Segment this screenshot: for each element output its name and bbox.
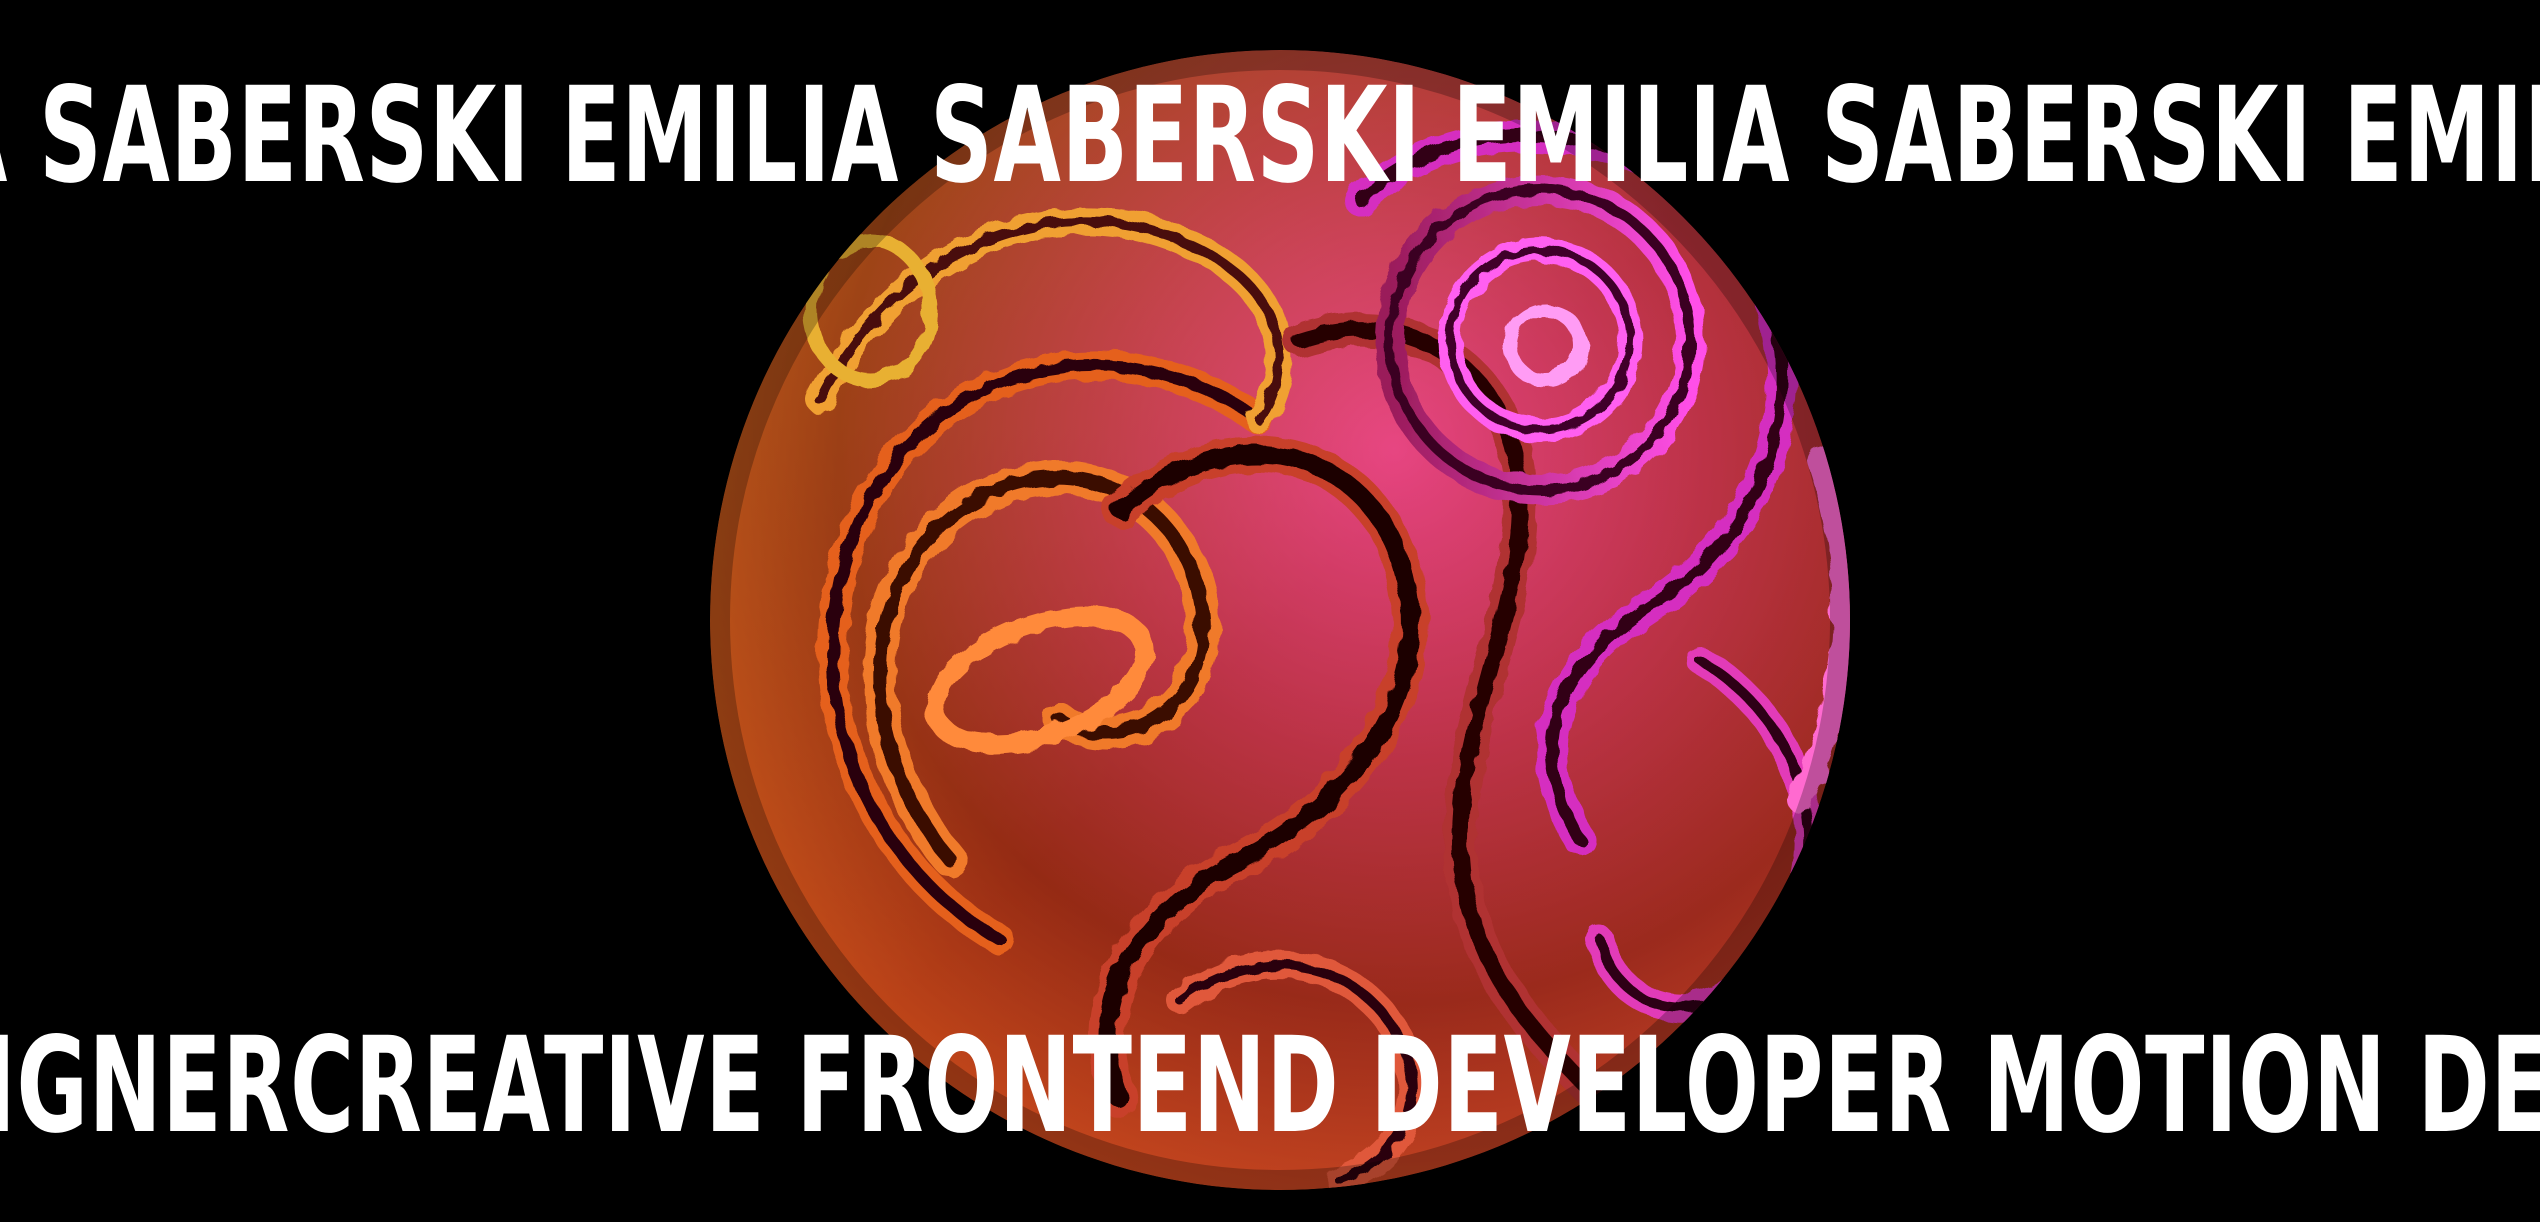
name-marquee-text: A SABERSKI EMILIA SABERSKI EMILIA SABERS… xyxy=(0,70,2540,213)
role-marquee: SIGNERCREATIVE FRONTEND DEVELOPER MOTION… xyxy=(0,1020,2540,1170)
hero-stage: A SABERSKI EMILIA SABERSKI EMILIA SABERS… xyxy=(0,0,2540,1222)
name-marquee: A SABERSKI EMILIA SABERSKI EMILIA SABERS… xyxy=(0,70,2540,220)
role-marquee-text: SIGNERCREATIVE FRONTEND DEVELOPER MOTION… xyxy=(0,1020,2540,1163)
